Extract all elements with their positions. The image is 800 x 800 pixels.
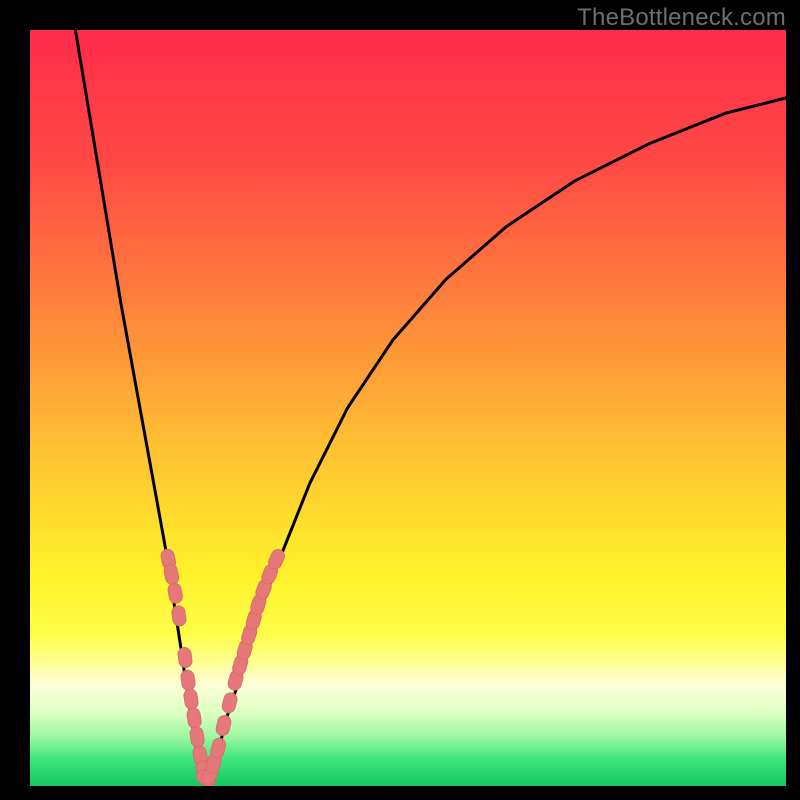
curve-marker [163, 563, 180, 585]
curve-marker [167, 582, 183, 604]
curve-marker [186, 707, 202, 729]
curve-marker [177, 647, 193, 669]
curve-marker [209, 737, 227, 760]
chart-stage: TheBottleneck.com [0, 0, 800, 800]
curve-marker [180, 669, 196, 691]
curve-marker [215, 714, 232, 737]
curve-marker [189, 726, 205, 748]
curve-marker [221, 691, 239, 714]
plot-area [30, 30, 786, 786]
watermark-text: TheBottleneck.com [577, 4, 786, 32]
curve-layer [30, 30, 786, 786]
curve-marker [171, 605, 187, 627]
curve-marker [183, 688, 199, 710]
